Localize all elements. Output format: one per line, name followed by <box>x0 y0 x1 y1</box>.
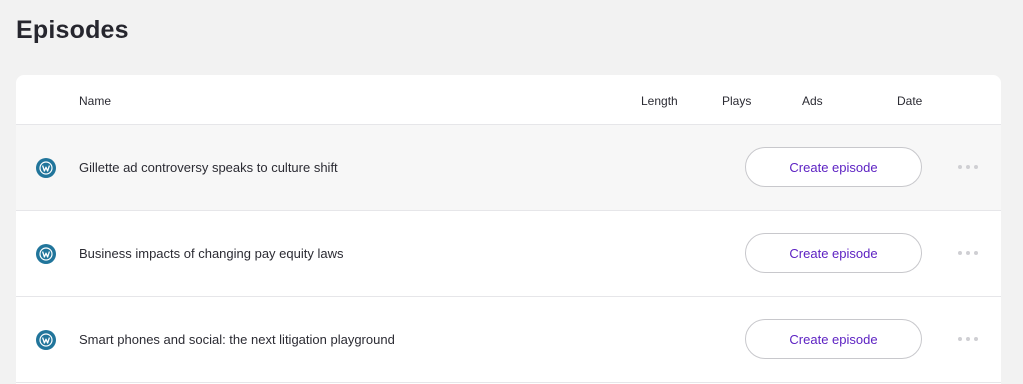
wordpress-icon <box>36 330 56 350</box>
column-header-ads[interactable]: Ads <box>802 94 823 108</box>
more-options-icon[interactable] <box>956 160 980 174</box>
more-options-icon[interactable] <box>956 246 980 260</box>
more-options-icon[interactable] <box>956 332 980 346</box>
page-title: Episodes <box>16 16 129 44</box>
table-row[interactable]: Smart phones and social: the next litiga… <box>16 297 1001 383</box>
episode-title[interactable]: Business impacts of changing pay equity … <box>79 246 343 261</box>
wordpress-icon <box>36 244 56 264</box>
table-row[interactable]: Business impacts of changing pay equity … <box>16 211 1001 297</box>
column-header-length[interactable]: Length <box>641 94 678 108</box>
episode-title[interactable]: Gillette ad controversy speaks to cultur… <box>79 160 338 175</box>
create-episode-button[interactable]: Create episode <box>745 319 922 359</box>
column-header-date[interactable]: Date <box>897 94 922 108</box>
episode-title[interactable]: Smart phones and social: the next litiga… <box>79 332 395 347</box>
table-row[interactable]: Gillette ad controversy speaks to cultur… <box>16 125 1001 211</box>
table-header: Name Length Plays Ads Date <box>16 75 1001 125</box>
column-header-plays[interactable]: Plays <box>722 94 751 108</box>
episodes-page: Episodes Name Length Plays Ads Date Gill… <box>0 0 1023 384</box>
wordpress-icon <box>36 158 56 178</box>
column-header-name[interactable]: Name <box>79 94 111 108</box>
episodes-table: Name Length Plays Ads Date Gillette ad c… <box>16 75 1001 384</box>
create-episode-button[interactable]: Create episode <box>745 233 922 273</box>
create-episode-button[interactable]: Create episode <box>745 147 922 187</box>
